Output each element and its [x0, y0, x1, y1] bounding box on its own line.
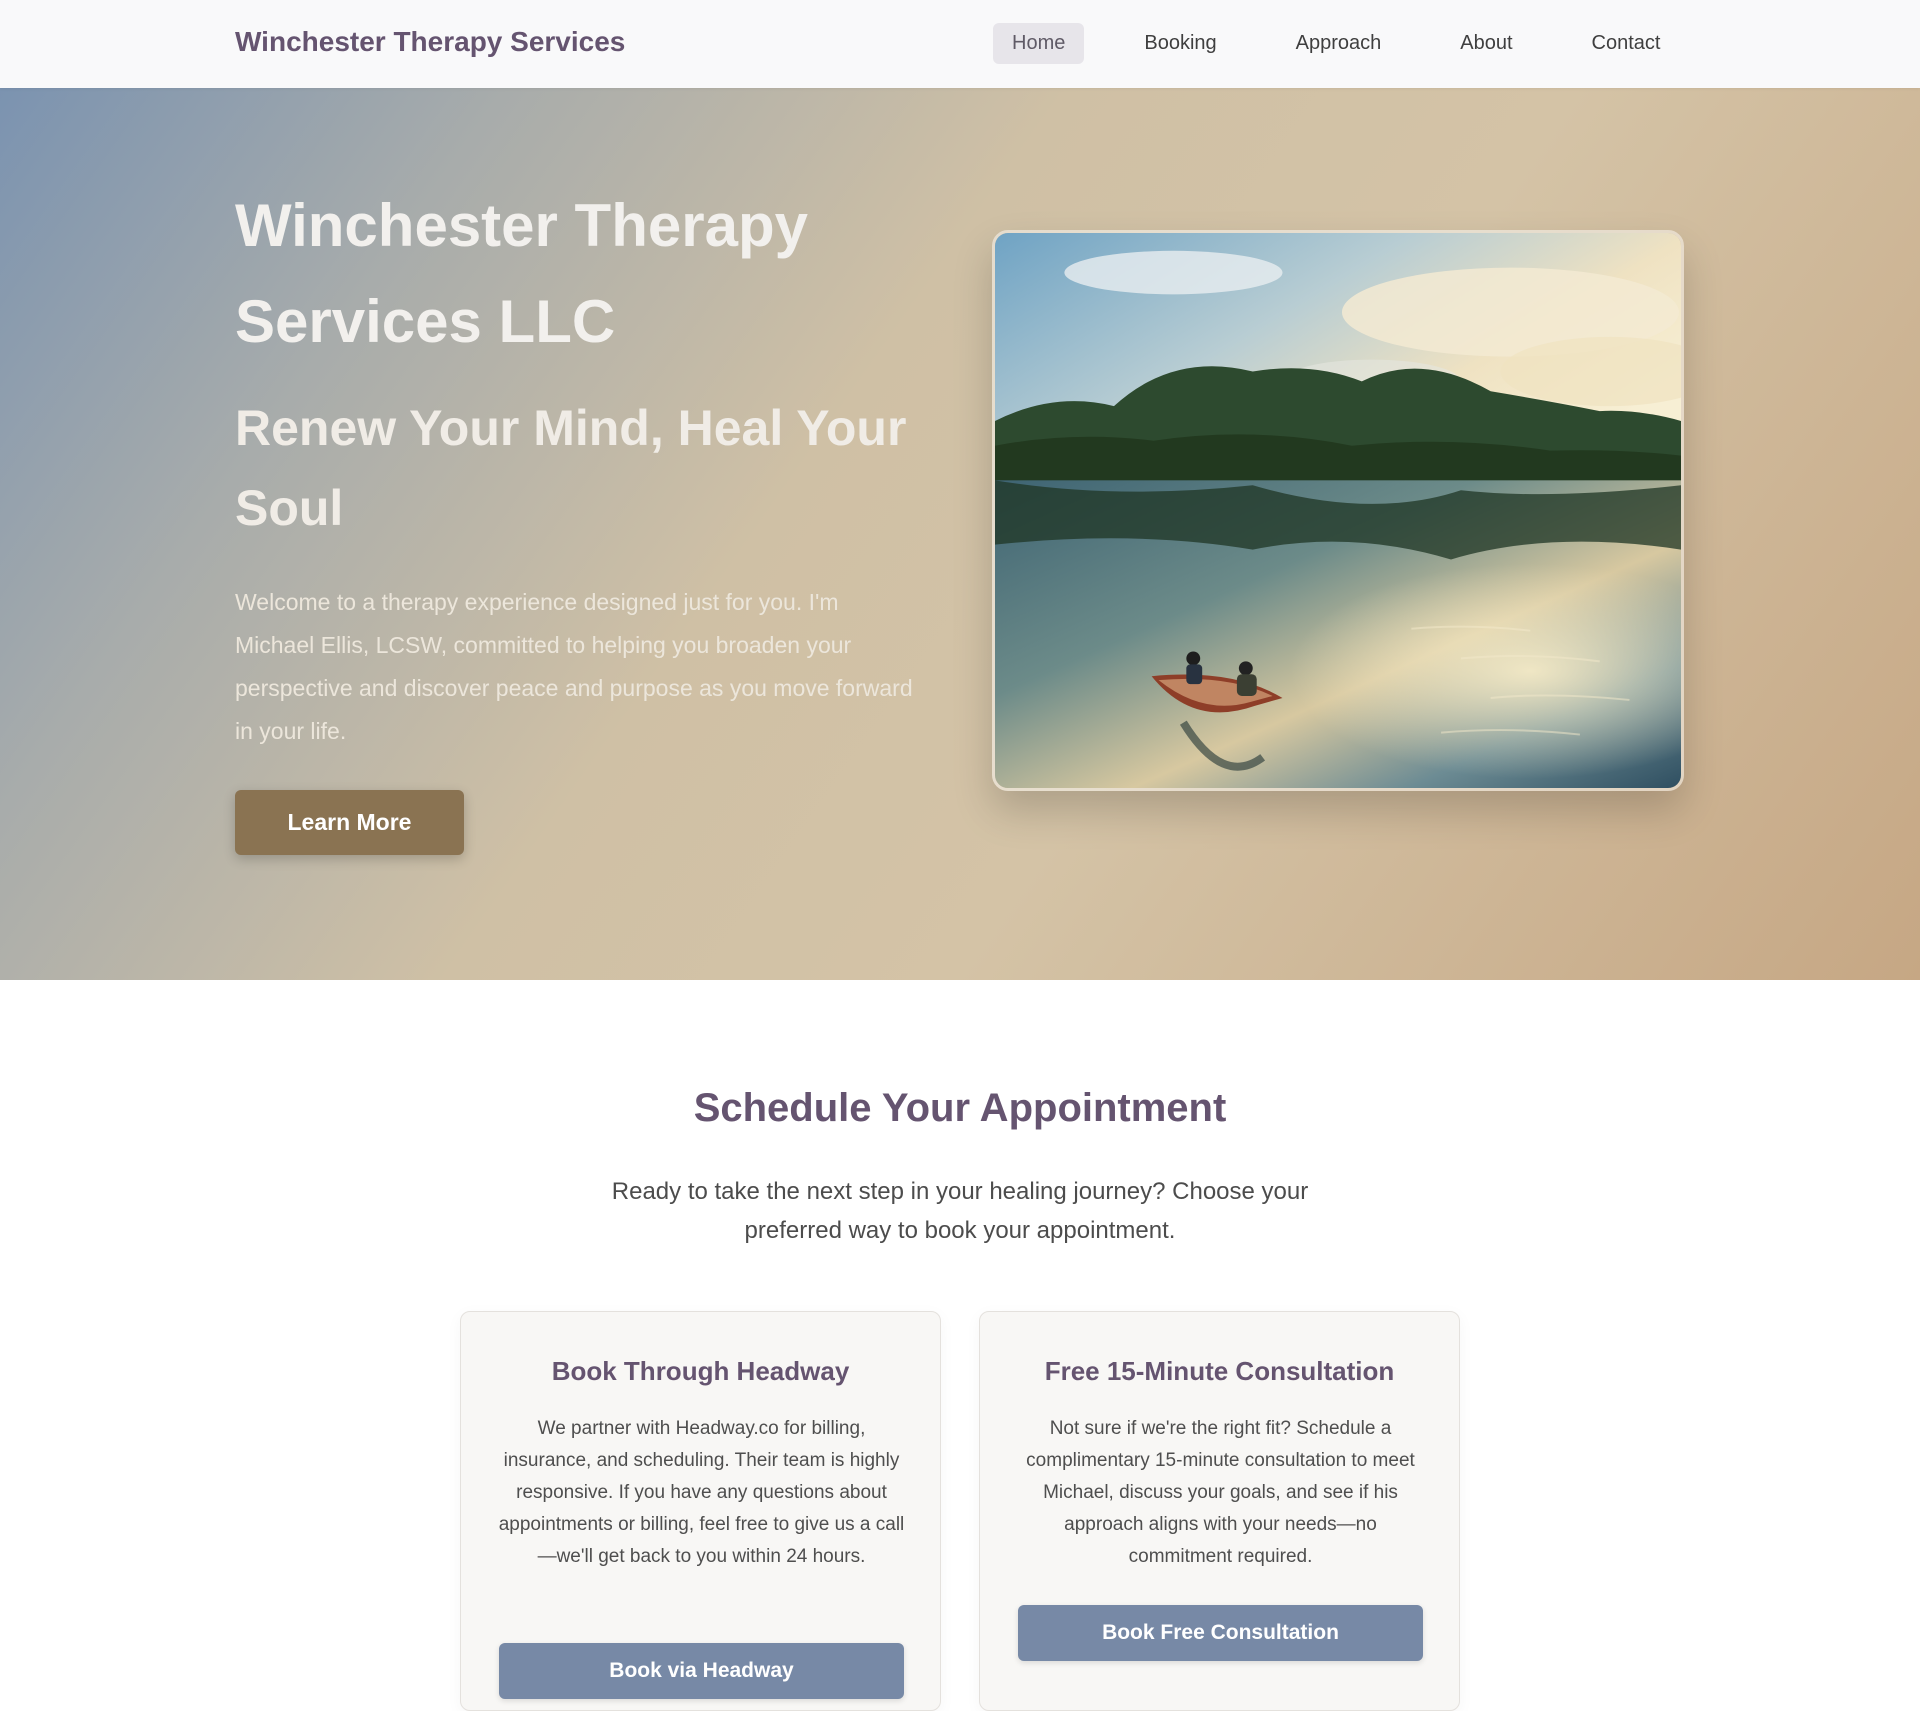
main-nav: Home Booking Approach About Contact: [993, 23, 1679, 64]
hero-lake-image: [992, 230, 1684, 791]
nav-home[interactable]: Home: [993, 23, 1085, 64]
lake-boat-illustration: [995, 233, 1681, 788]
consultation-card: Free 15-Minute Consultation Not sure if …: [979, 1311, 1460, 1711]
hero-subtitle: Renew Your Mind, Heal Your Soul: [235, 400, 907, 536]
site-brand[interactable]: Winchester Therapy Services: [235, 26, 625, 58]
schedule-title: Schedule Your Appointment: [693, 1086, 1227, 1130]
nav-approach[interactable]: Approach: [1277, 23, 1401, 64]
hero-title: Winchester Therapy Services LLC: [235, 192, 808, 355]
card-body: We partner with Headway.co for billing, …: [498, 1418, 905, 1567]
card-title: Book Through Headway: [551, 1356, 850, 1386]
site-header: Winchester Therapy Services Home Booking…: [0, 0, 1920, 88]
hero-section: Winchester Therapy Services LLC Renew Yo…: [0, 88, 1920, 980]
card-body: Not sure if we're the right fit? Schedul…: [1026, 1418, 1415, 1567]
hero-intro-text: Welcome to a therapy experience designed…: [235, 589, 913, 744]
card-title: Free 15-Minute Consultation: [1044, 1356, 1395, 1386]
schedule-intro: Ready to take the next step in your heal…: [611, 1178, 1309, 1244]
book-headway-button[interactable]: Book via Headway: [499, 1643, 904, 1699]
nav-about[interactable]: About: [1441, 23, 1531, 64]
nav-contact[interactable]: Contact: [1573, 23, 1680, 64]
book-consultation-button[interactable]: Book Free Consultation: [1018, 1605, 1423, 1661]
learn-more-button[interactable]: Learn More: [235, 790, 464, 855]
headway-card: Book Through Headway We partner with Hea…: [460, 1311, 941, 1711]
nav-booking[interactable]: Booking: [1125, 23, 1235, 64]
